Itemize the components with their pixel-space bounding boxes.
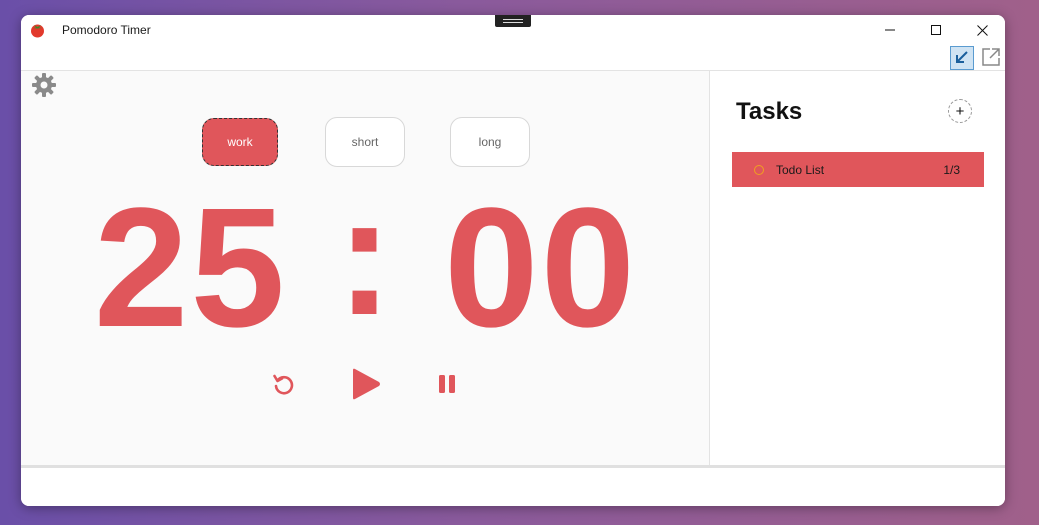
pop-out-button[interactable]	[980, 46, 1004, 70]
app-window: Pomodoro Timer work short long 25: 00 T…	[21, 15, 1005, 506]
minimize-button[interactable]	[867, 15, 913, 45]
timer-panel: work short long 25 : 00	[21, 71, 710, 465]
play-button[interactable]	[348, 367, 382, 401]
reset-button[interactable]	[271, 371, 297, 397]
close-icon	[976, 24, 988, 36]
gear-icon	[32, 73, 56, 97]
maximize-button[interactable]	[913, 15, 959, 45]
timer-seconds: 00	[444, 173, 638, 363]
task-item[interactable]: Todo List 1/3	[732, 152, 984, 187]
arrow-down-left-icon	[956, 51, 968, 63]
window-title: Pomodoro Timer	[62, 23, 151, 37]
title-bar[interactable]: Pomodoro Timer	[21, 15, 1005, 45]
timer-separator: :	[336, 161, 395, 351]
mode-short-button[interactable]: short	[325, 117, 405, 167]
task-status-icon[interactable]	[754, 164, 764, 175]
close-button[interactable]	[959, 15, 1005, 45]
pause-icon	[439, 375, 455, 393]
minimize-icon	[885, 29, 895, 31]
settings-button[interactable]	[30, 71, 58, 99]
task-name: Todo List	[776, 162, 825, 177]
tasks-title: Tasks	[736, 98, 803, 125]
tasks-panel: Tasks + Todo List 1/3	[711, 71, 1005, 465]
play-icon	[353, 368, 380, 400]
drag-handle[interactable]	[495, 15, 531, 27]
timer-display: 25 : 00	[21, 171, 710, 353]
timer-minutes: 25	[93, 173, 287, 363]
task-progress: 1/3	[943, 162, 960, 177]
maximize-icon	[931, 25, 941, 35]
pause-button[interactable]	[436, 373, 458, 395]
status-bar	[21, 465, 1005, 506]
reset-icon	[273, 374, 294, 395]
mode-long-button[interactable]: long	[450, 117, 530, 167]
mode-work-button[interactable]: work	[202, 118, 278, 166]
add-task-button[interactable]: +	[948, 99, 972, 123]
mini-mode-button[interactable]	[950, 46, 974, 70]
external-link-icon	[982, 48, 1000, 66]
tomato-icon	[31, 24, 44, 38]
